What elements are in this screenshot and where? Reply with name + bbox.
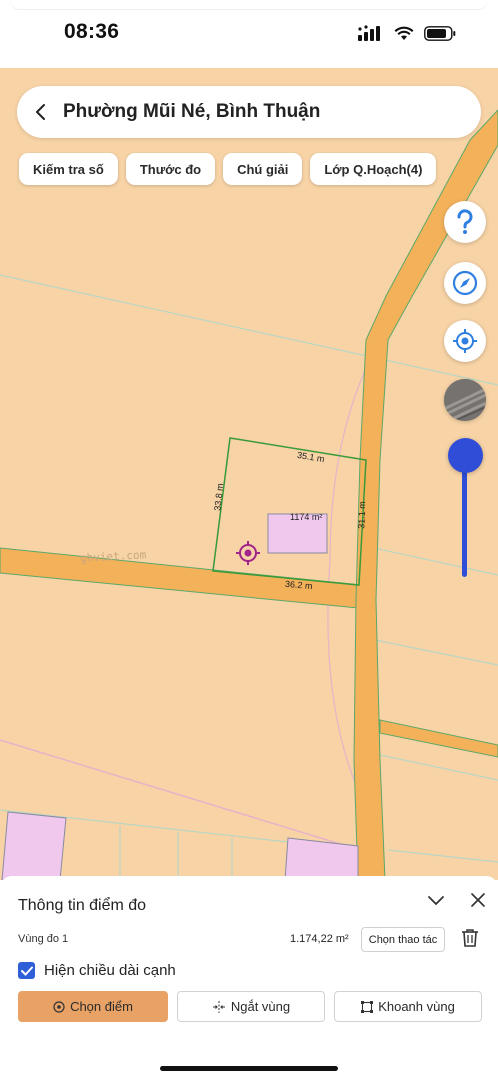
layer-toggle-button[interactable] (444, 379, 486, 421)
show-edge-length-checkbox[interactable] (18, 962, 35, 979)
map-canvas[interactable]: 35.1 m 33.8 m 31.1 m 36.2 m 1174 m² ghvi… (0, 68, 498, 880)
status-time: 08:36 (64, 20, 120, 43)
choose-point-button[interactable]: Chọn điểm (18, 991, 168, 1022)
chip-thuoc-do[interactable]: Thước đo (125, 153, 216, 185)
battery-icon (424, 25, 456, 41)
zoom-slider-handle[interactable] (448, 438, 483, 473)
home-indicator[interactable] (160, 1066, 338, 1071)
cellular-signal-icon (358, 25, 380, 41)
location-title: Phường Mũi Né, Bình Thuận (63, 101, 321, 122)
choose-point-label: Chọn điểm (70, 999, 133, 1014)
compass-icon (452, 270, 478, 296)
measure-actions: Chọn điểm Ngắt vùng Khoanh vùng (18, 991, 482, 1022)
split-icon (212, 1000, 225, 1013)
chevron-left-icon (36, 104, 45, 120)
map-tool-chips: Kiếm tra số Thước đo Chú giải Lớp Q.Hoạc… (19, 153, 437, 185)
measure-point-marker (236, 541, 260, 565)
crosshair-icon (453, 329, 477, 353)
locate-button[interactable] (444, 320, 486, 362)
region-label: Vùng đo 1 (18, 933, 69, 945)
show-edge-length-toggle[interactable]: Hiện chiều dài cạnh (18, 962, 176, 979)
delete-region-button[interactable] (461, 928, 479, 953)
chip-chu-giai[interactable]: Chú giải (223, 153, 303, 185)
edge-length-right: 31.1 m (356, 501, 368, 529)
split-region-label: Ngắt vùng (230, 999, 291, 1014)
close-button[interactable] (466, 888, 490, 912)
map-layer (0, 109, 498, 880)
compass-button[interactable] (444, 262, 486, 304)
back-button[interactable] (17, 86, 63, 138)
zoom-slider-track[interactable] (462, 455, 467, 577)
building-area-label: 1174 m² (290, 512, 323, 522)
polygon-select-icon (361, 1000, 374, 1013)
wifi-icon (394, 26, 414, 40)
chip-lop-quy-hoach[interactable]: Lớp Q.Hoạch(4) (310, 153, 437, 185)
split-region-button[interactable]: Ngắt vùng (177, 991, 325, 1022)
select-action-button[interactable]: Chọn thao tác (361, 927, 445, 952)
question-icon (457, 209, 473, 234)
location-header: Phường Mũi Né, Bình Thuận (17, 86, 481, 138)
status-bar: 08:36 (0, 0, 498, 68)
chevron-down-icon (428, 896, 444, 906)
help-button[interactable] (444, 201, 486, 243)
collapse-button[interactable] (424, 888, 448, 912)
draw-region-button[interactable]: Khoanh vùng (334, 991, 482, 1022)
panel-title: Thông tin điểm đo (18, 897, 147, 914)
close-icon (471, 893, 485, 907)
checkmark-icon (20, 966, 33, 976)
trash-icon (462, 929, 478, 947)
chip-kiem-tra-so[interactable]: Kiếm tra số (19, 153, 118, 185)
measure-info-panel: Thông tin điểm đo Vùng đo 1 1.174,22 m² … (0, 876, 498, 1080)
show-edge-length-label: Hiện chiều dài cạnh (44, 962, 176, 979)
status-icons (358, 25, 456, 41)
draw-region-label: Khoanh vùng (378, 999, 455, 1014)
region-area: 1.174,22 m² (290, 933, 349, 945)
satellite-layer-icon (444, 379, 486, 421)
target-icon (53, 1000, 65, 1013)
previous-sheet-edge (10, 0, 488, 10)
